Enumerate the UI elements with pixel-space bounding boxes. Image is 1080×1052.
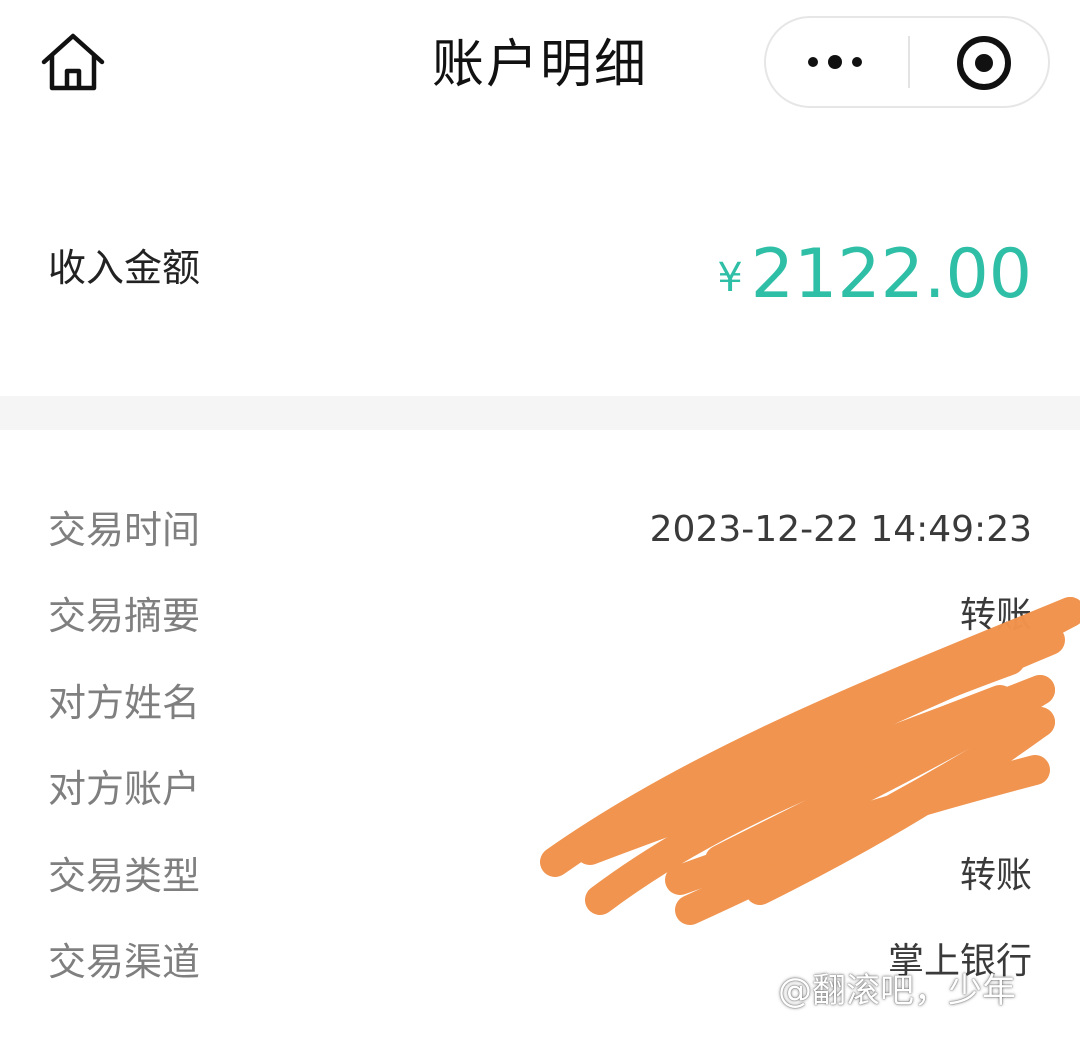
detail-label: 交易类型 [48, 854, 201, 898]
section-divider [0, 396, 1080, 430]
detail-row-payee-name: 对方姓名 [0, 673, 1080, 733]
detail-value: 转账 [959, 595, 1032, 636]
watermark: @翻滚吧，少年 [778, 971, 1016, 1011]
detail-label: 对方姓名 [48, 681, 201, 725]
amount-number: 2122.00 [750, 235, 1032, 314]
detail-label: 对方账户 [48, 767, 201, 811]
currency-symbol: ¥ [717, 255, 743, 301]
detail-row-summary: 交易摘要 转账 [0, 586, 1080, 646]
capsule-menu [764, 16, 1050, 108]
detail-value: 转账 [959, 855, 1032, 896]
account-detail-page: 账户明细 收入金额 ¥2122.00 交易时间 2023-12-22 14:49… [0, 0, 1080, 1052]
detail-row-time: 交易时间 2023-12-22 14:49:23 [0, 500, 1080, 560]
detail-label: 交易摘要 [48, 594, 201, 638]
close-button[interactable] [910, 18, 1050, 106]
detail-label: 交易渠道 [48, 940, 201, 984]
nav-bar: 账户明细 [0, 0, 1080, 130]
more-button[interactable] [766, 18, 908, 106]
amount-value: ¥2122.00 [717, 230, 1032, 320]
detail-value: 2023-12-22 14:49:23 [649, 509, 1032, 550]
target-circle-icon [957, 36, 1011, 90]
amount-label: 收入金额 [48, 246, 201, 290]
detail-row-type: 交易类型 转账 [0, 846, 1080, 906]
detail-row-payee-account: 对方账户 [0, 759, 1080, 819]
detail-label: 交易时间 [48, 508, 201, 552]
